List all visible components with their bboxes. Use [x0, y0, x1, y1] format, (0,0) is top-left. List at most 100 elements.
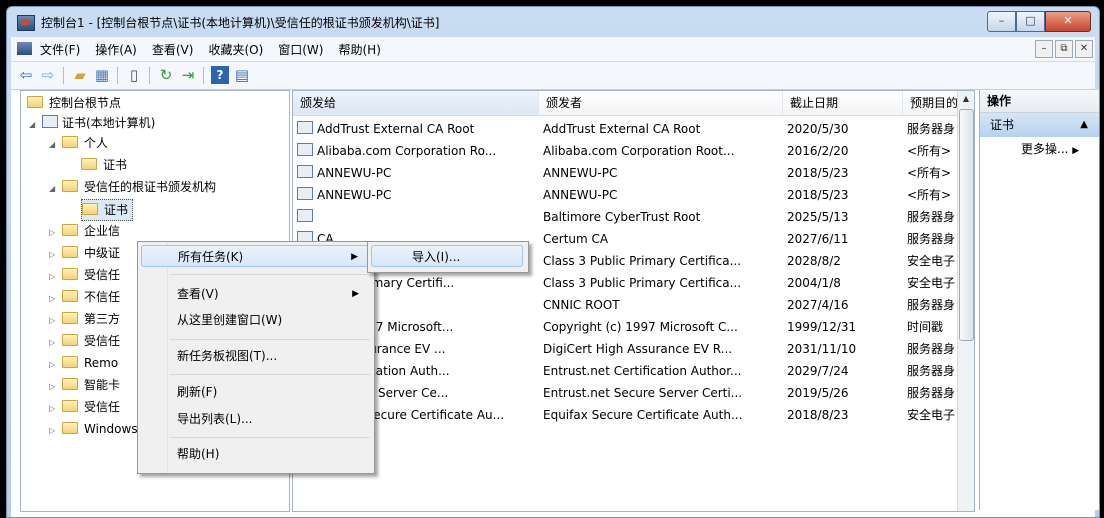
help-icon[interactable]: ? [211, 66, 229, 84]
show-tree-icon[interactable]: ▦ [93, 66, 111, 84]
cell-expiry: 2004/1/8 [787, 276, 841, 290]
table-row[interactable]: ROOTCNNIC ROOT2027/4/16服务器身 [293, 294, 958, 316]
tree-item-intermediate[interactable]: ▷ 中级证 [49, 243, 120, 263]
mdi-close-button[interactable]: ✕ [1075, 40, 1093, 58]
expand-icon[interactable]: ▷ [49, 355, 58, 375]
arrow-right-icon: ▶ [1072, 146, 1080, 156]
ctx-view[interactable]: 查看(V) ▶ [141, 283, 369, 305]
cell-expiry: 2025/5/13 [787, 210, 849, 224]
cell-purpose: 时间戳 [907, 320, 944, 334]
certificate-icon [297, 143, 313, 156]
maximize-button[interactable]: □ [1016, 11, 1045, 32]
table-row[interactable]: ht (c) 1997 Microsoft... Copyright (c) 19… [293, 316, 958, 338]
menu-action[interactable]: 操作(A) [95, 41, 137, 58]
menu-view[interactable]: 查看(V) [152, 41, 194, 58]
table-row[interactable]: High Assurance EV ... DigiCert High Assur… [293, 338, 958, 360]
expand-icon[interactable]: ▷ [49, 377, 58, 397]
expand-icon[interactable]: ▷ [49, 289, 58, 309]
collapse-up-icon[interactable]: ▲ [1080, 113, 1088, 137]
action-pane-icon[interactable]: ▤ [233, 66, 251, 84]
tree-item-trusted-devices[interactable]: ▷ 受信任 [49, 397, 120, 417]
column-purpose[interactable]: 预期目的 [903, 91, 959, 115]
tree-item-trusted-root-certs[interactable]: 证书 [81, 199, 134, 221]
scroll-thumb[interactable] [959, 109, 974, 341]
mdi-restore-button[interactable]: ⧉ [1055, 40, 1073, 58]
collapse-icon[interactable]: ◢ [49, 135, 58, 155]
tree-item-trusted-root[interactable]: ◢ 受信任的根证书颁发机构 [49, 177, 216, 197]
more-actions-link[interactable]: 更多操... ▶ [980, 137, 1099, 161]
table-row[interactable]: ANNEWU-PC ANNEWU-PC 2018/5/23 <所有> [293, 162, 958, 184]
ctx-export-list[interactable]: 导出列表(L)... [141, 408, 369, 430]
expand-icon[interactable]: ▷ [49, 333, 58, 353]
list-scrollbar[interactable]: ▲ [957, 91, 974, 511]
expand-icon[interactable]: ▷ [49, 223, 58, 243]
cell-expiry: 2029/7/24 [787, 364, 849, 378]
cell-expiry: 2018/5/23 [787, 188, 849, 202]
tree-item-remote[interactable]: ▷ Remo [49, 353, 118, 373]
cell-issuer: Equifax Secure Certificate Auth... [543, 408, 743, 422]
tree-item-smartcard[interactable]: ▷ 智能卡 [49, 375, 120, 395]
menu-favorites[interactable]: 收藏夹(O) [208, 41, 263, 58]
export-icon[interactable]: ⇥ [179, 66, 197, 84]
tree-item-certs-local[interactable]: ◢ 证书(本地计算机) [29, 113, 155, 133]
ctx-new-window[interactable]: 从这里创建窗口(W) [141, 309, 369, 331]
menu-file[interactable]: 文件(F) [40, 41, 80, 58]
tree-item-personal[interactable]: ◢ 个人 [49, 133, 108, 153]
ctx-refresh[interactable]: 刷新(F) [141, 381, 369, 403]
column-issuer[interactable]: 颁发者 [539, 91, 783, 115]
cell-purpose: <所有> [907, 144, 952, 158]
column-expiry[interactable]: 截止日期 [783, 91, 903, 115]
tree-item-personal-certs[interactable]: 证书 [81, 155, 127, 175]
refresh-icon[interactable]: ↻ [157, 66, 175, 84]
cert-store-icon [42, 115, 58, 128]
tree-item-enterprise[interactable]: ▷ 企业信 [49, 221, 120, 241]
menu-window[interactable]: 窗口(W) [278, 41, 323, 58]
expand-icon[interactable]: ▷ [49, 267, 58, 287]
cell-purpose: 安全电子 [907, 408, 956, 422]
folder-icon [62, 246, 78, 258]
table-row[interactable]: Equifax Secure Certificate Au... Equifax … [293, 404, 958, 426]
folder-icon [82, 203, 98, 215]
folder-icon [62, 378, 78, 390]
tree-item-trusted-people[interactable]: ▷ 受信任 [49, 331, 120, 351]
cell-expiry: 2018/5/23 [787, 166, 849, 180]
actions-section-certs[interactable]: 证书 ▲ [980, 113, 1099, 137]
menu-help[interactable]: 帮助(H) [338, 41, 380, 58]
table-row[interactable]: ANNEWU-PC ANNEWU-PC 2018/5/23 <所有> [293, 184, 958, 206]
console-icon[interactable] [17, 42, 32, 55]
ctx-help[interactable]: 帮助(H) [141, 443, 369, 465]
actions-header: 操作 [980, 90, 1099, 113]
submenu-import[interactable]: 导入(I)... [371, 245, 523, 267]
minimize-button[interactable]: – [987, 11, 1016, 32]
back-icon[interactable]: ⇦ [17, 66, 35, 84]
cell-issued-to: AddTrust External CA Root [297, 118, 539, 140]
cell-issuer: Entrust.net Certification Author... [543, 364, 742, 378]
expand-icon[interactable]: ▷ [49, 399, 58, 419]
up-folder-icon[interactable]: ▰ [71, 66, 89, 84]
table-row[interactable]: Alibaba.com Corporation Ro... Alibaba.com… [293, 140, 958, 162]
table-row[interactable]: Baltimore CyberTrust Root 2025/5/13 服务器身 [293, 206, 958, 228]
tree-item-trusted-publishers[interactable]: ▷ 受信任 [49, 265, 120, 285]
table-row[interactable]: Public Primary Certifi...Class 3 Public … [293, 272, 958, 294]
ctx-new-taskpad[interactable]: 新任务板视图(T)... [141, 345, 369, 367]
expand-icon[interactable]: ▷ [49, 421, 58, 441]
properties-icon[interactable]: ▯ [125, 66, 143, 84]
folder-icon [62, 312, 78, 324]
mdi-minimize-button[interactable]: – [1035, 40, 1053, 58]
column-issued-to[interactable]: 颁发给 [293, 91, 539, 115]
ctx-all-tasks[interactable]: 所有任务(K) ▶ [141, 245, 369, 267]
table-row[interactable]: AddTrust External CA Root AddTrust Extern… [293, 118, 958, 140]
tree-item-untrusted[interactable]: ▷ 不信任 [49, 287, 120, 307]
tree-item-root[interactable]: 控制台根节点 [27, 93, 121, 113]
collapse-icon[interactable]: ◢ [49, 179, 58, 199]
collapse-icon[interactable]: ◢ [29, 115, 38, 135]
expand-icon[interactable]: ▷ [49, 245, 58, 265]
close-button[interactable]: ✕ [1045, 11, 1091, 32]
tree-item-third-party[interactable]: ▷ 第三方 [49, 309, 120, 329]
table-row[interactable]: et Secure Server Ce... Entrust.net Secure… [293, 382, 958, 404]
title-bar: 控制台1 - [控制台根节点\证书(本地计算机)\受信任的根证书颁发机构\证书]… [7, 7, 1099, 37]
scroll-up-icon[interactable]: ▲ [958, 91, 974, 107]
forward-icon[interactable]: ⇨ [39, 66, 57, 84]
expand-icon[interactable]: ▷ [49, 311, 58, 331]
table-row[interactable]: et Certification Auth... Entrust.net Cert… [293, 360, 958, 382]
